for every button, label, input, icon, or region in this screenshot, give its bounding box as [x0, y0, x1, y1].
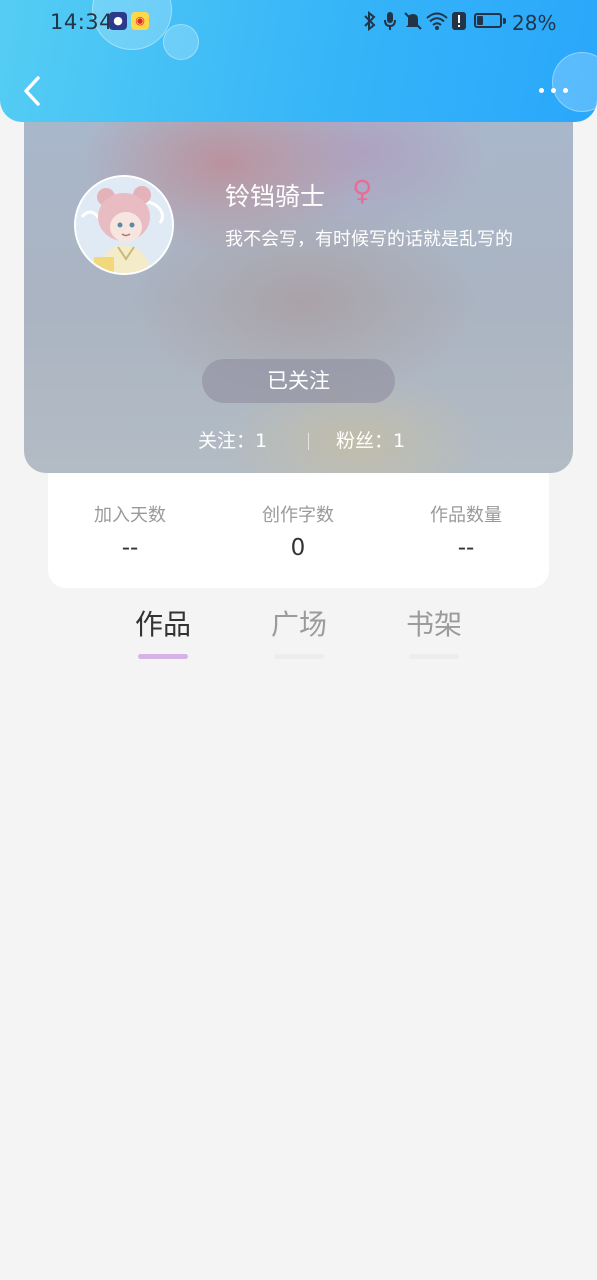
stat-label: 创作字数	[262, 505, 334, 526]
avatar[interactable]	[74, 175, 174, 275]
tab-indicator	[409, 654, 459, 659]
top-header: 14:34 ● ◉ 28%	[0, 0, 597, 122]
chevron-left-icon	[24, 76, 40, 106]
counts-divider	[308, 433, 309, 450]
content-tabs: 作品 广场 书架	[0, 603, 597, 663]
battery-icon	[474, 13, 502, 28]
tab-indicator	[274, 654, 324, 659]
more-options-button[interactable]	[536, 80, 572, 100]
stat-label: 加入天数	[94, 505, 166, 526]
stat-works-count: 作品数量 --	[396, 501, 536, 561]
battery-percent: 28%	[512, 11, 557, 35]
tab-label: 作品	[134, 608, 191, 641]
back-button[interactable]	[18, 72, 48, 110]
qq-app-icon: ●	[109, 12, 127, 30]
status-bar: 14:34 ● ◉ 28%	[0, 0, 597, 46]
stat-value: 0	[290, 535, 306, 561]
stat-label: 作品数量	[430, 505, 502, 526]
tab-works[interactable]: 作品	[123, 603, 203, 659]
fans-count[interactable]: 粉丝：1	[336, 426, 405, 453]
tab-indicator	[138, 654, 188, 659]
user-bio: 我不会写，有时候写的话就是乱写的	[225, 229, 513, 250]
following-count[interactable]: 关注：1	[198, 426, 267, 453]
profile-card: 铃铛骑士 ♀ 我不会写，有时候写的话就是乱写的 已关注 关注：1 粉丝：1	[24, 122, 573, 473]
tab-plaza[interactable]: 广场	[259, 603, 339, 659]
weibo-app-icon: ◉	[131, 12, 149, 30]
status-time: 14:34	[50, 10, 114, 34]
female-gender-icon: ♀	[352, 174, 373, 207]
stat-word-count: 创作字数 0	[228, 501, 368, 561]
followed-button[interactable]: 已关注	[202, 359, 395, 403]
username: 铃铛骑士	[225, 182, 326, 211]
alert-icon	[451, 11, 467, 36]
tab-bookshelf[interactable]: 书架	[394, 603, 474, 659]
bell-off-icon	[404, 11, 422, 36]
more-dot-icon	[551, 88, 556, 93]
more-dot-icon	[539, 88, 544, 93]
mic-icon	[383, 11, 397, 36]
stat-value: --	[457, 535, 475, 561]
follow-counts: 关注：1 粉丝：1	[24, 426, 573, 456]
bluetooth-icon	[363, 10, 377, 36]
stats-panel: 加入天数 -- 创作字数 0 作品数量 --	[48, 473, 549, 588]
wifi-icon	[426, 11, 448, 36]
tab-label: 书架	[405, 608, 462, 641]
more-dot-icon	[563, 88, 568, 93]
avatar-image	[76, 177, 172, 273]
stat-join-days: 加入天数 --	[60, 501, 200, 561]
tab-label: 广场	[270, 608, 327, 641]
stat-value: --	[121, 535, 139, 561]
battery-tip	[503, 18, 506, 24]
battery-fill	[477, 16, 483, 25]
